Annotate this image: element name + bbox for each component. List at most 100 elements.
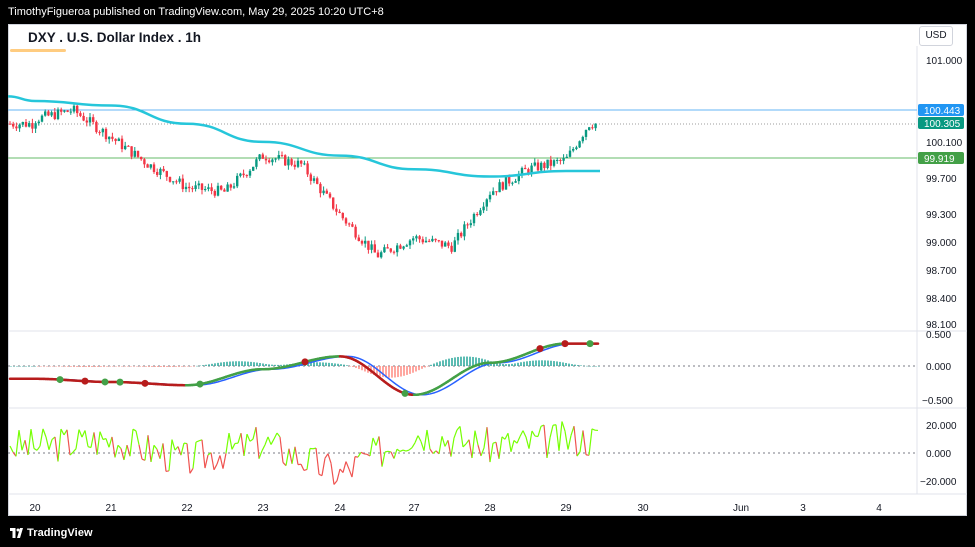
time-axis[interactable]: 20 21 22 23 24 27 28 29 30 Jun 3 4	[29, 503, 882, 514]
candle-body	[344, 218, 348, 224]
histogram-bar	[220, 362, 222, 366]
candle-body	[447, 242, 450, 246]
candle-body	[95, 121, 98, 133]
candle-body	[335, 208, 338, 212]
candle-body	[76, 105, 79, 114]
histogram-bar	[244, 361, 246, 366]
momentum-segment	[249, 438, 254, 442]
candle-body	[239, 173, 242, 176]
momentum-segment	[555, 424, 560, 451]
histogram-bar	[10, 366, 12, 367]
histogram-bar	[328, 362, 330, 366]
histogram-bar	[439, 361, 441, 366]
price-tick: 101.000	[926, 56, 963, 67]
momentum-segment	[441, 436, 446, 447]
histogram-bar	[466, 356, 468, 366]
histogram-bar	[319, 362, 321, 366]
time-label: 30	[637, 503, 649, 514]
momentum-segment	[525, 436, 530, 449]
momentum-segment	[75, 429, 80, 449]
chart-canvas[interactable]: 101.000 100.100 99.700 99.300 99.000 98.…	[0, 0, 975, 520]
momentum-axis[interactable]: 20.000 0.000 −20.000	[920, 421, 957, 488]
osc-axis[interactable]: 0.500 0.000 −0.500	[922, 330, 953, 407]
histogram-bar	[331, 363, 333, 366]
momentum-segment	[285, 448, 290, 466]
momentum-segment	[213, 463, 218, 471]
momentum-segment	[303, 468, 308, 472]
osc-tick: 0.000	[926, 362, 951, 373]
candle-body	[28, 123, 31, 127]
momentum-segment	[495, 442, 500, 459]
histogram-bar	[313, 362, 315, 366]
candle-body	[469, 223, 472, 226]
histogram-bar	[259, 363, 261, 366]
candle-body	[533, 162, 536, 166]
candle-body	[536, 162, 540, 171]
momentum-segment	[330, 463, 335, 485]
momentum-segment	[351, 456, 356, 478]
histogram-bar	[85, 366, 87, 367]
momentum-segment	[165, 470, 170, 472]
histogram-bar	[127, 366, 129, 367]
candle-body	[562, 157, 565, 161]
histogram-bar	[238, 361, 240, 366]
candle-body	[248, 170, 252, 176]
momentum-segment	[255, 427, 260, 459]
histogram-bar	[142, 366, 144, 367]
candlestick-series	[8, 103, 597, 259]
histogram-bar	[109, 366, 111, 367]
histogram-bar	[472, 356, 474, 366]
histogram-bar	[316, 362, 318, 366]
price-axis[interactable]: 101.000 100.100 99.700 99.300 99.000 98.…	[926, 56, 963, 331]
candle-body	[588, 127, 591, 130]
momentum-segment	[306, 448, 311, 470]
histogram-bar	[568, 363, 570, 366]
momentum-segment	[516, 436, 521, 444]
momentum-segment	[399, 449, 404, 452]
histogram-bar	[427, 366, 429, 367]
candle-body	[149, 164, 152, 168]
candle-body	[85, 120, 88, 123]
candle-body	[111, 136, 114, 139]
momentum-segment	[120, 448, 125, 461]
momentum-segment	[81, 430, 86, 438]
candle-body	[440, 240, 444, 247]
histogram-bar	[16, 366, 18, 367]
candle-body	[69, 111, 72, 113]
candle-body	[50, 112, 53, 116]
momentum-segment	[429, 448, 434, 454]
momentum-segment	[225, 433, 230, 454]
momentum-segment	[450, 437, 455, 457]
momentum-segment	[39, 428, 44, 447]
histogram-bar	[43, 366, 45, 367]
candle-body	[159, 168, 162, 175]
histogram-bar	[355, 366, 357, 368]
momentum-segment	[411, 442, 416, 448]
momentum-segment	[177, 446, 182, 456]
histogram-bar	[514, 363, 516, 366]
histogram-bar	[538, 360, 540, 366]
time-label: 20	[29, 503, 41, 514]
histogram-bar	[562, 362, 564, 366]
histogram-bar	[49, 366, 51, 367]
histogram-bar	[181, 366, 183, 367]
candle-body	[524, 167, 527, 170]
candle-body	[264, 158, 268, 161]
histogram-bar	[277, 364, 279, 366]
candle-body	[56, 109, 60, 120]
candle-body	[482, 206, 485, 211]
histogram-bar	[178, 366, 180, 367]
momentum-segment	[507, 433, 512, 452]
candle-body	[124, 145, 127, 150]
candle-body	[178, 178, 181, 182]
candle-body	[120, 138, 124, 150]
momentum-segment	[522, 430, 527, 438]
candle-body	[572, 148, 575, 151]
candle-body	[431, 238, 434, 242]
momentum-segment	[486, 427, 491, 463]
histogram-bar	[37, 366, 39, 367]
momentum-segment	[252, 427, 257, 440]
momentum-segment	[567, 435, 572, 450]
momentum-tick: 0.000	[926, 449, 951, 460]
momentum-segment	[159, 443, 164, 459]
